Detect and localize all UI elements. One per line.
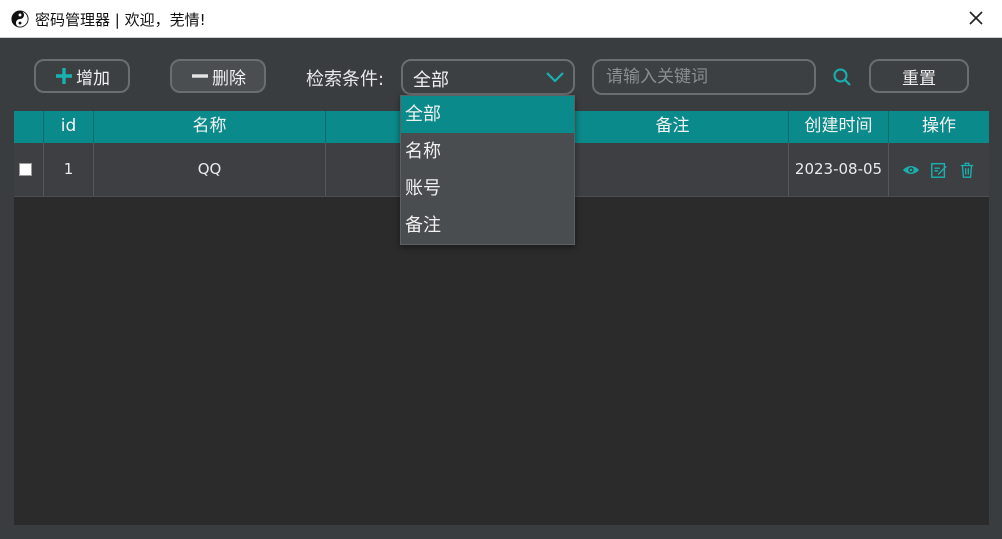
cell-created: 2023-08-05 [789, 143, 889, 196]
header-select [14, 111, 44, 143]
header-name: 名称 [94, 111, 326, 143]
search-criteria-label: 检索条件: [306, 69, 385, 90]
add-button-label: 增加 [76, 68, 110, 89]
trash-icon[interactable] [958, 161, 976, 179]
minus-icon [192, 74, 208, 78]
search-input[interactable] [592, 59, 816, 95]
title-bar: 密码管理器 | 欢迎，芜情! [0, 0, 1002, 38]
reset-button-label: 重置 [902, 68, 936, 89]
delete-button[interactable]: 删除 [170, 59, 266, 93]
delete-button-label: 删除 [212, 68, 246, 89]
search-criteria-select[interactable]: 全部 [401, 59, 575, 95]
yin-yang-icon [11, 10, 29, 28]
window-title: 密码管理器 | 欢迎，芜情! [35, 11, 206, 29]
cell-id: 1 [44, 143, 94, 196]
header-id: id [44, 111, 94, 143]
plus-icon [56, 68, 72, 84]
dropdown-option-name[interactable]: 名称 [401, 133, 574, 170]
reset-button[interactable]: 重置 [869, 59, 969, 93]
header-actions: 操作 [922, 116, 956, 136]
row-checkbox[interactable] [19, 163, 32, 176]
dropdown-option-all[interactable]: 全部 [401, 96, 574, 133]
search-criteria-value: 全部 [413, 70, 449, 91]
row-select-cell [14, 143, 44, 196]
add-button[interactable]: 增加 [34, 59, 130, 93]
dropdown-option-note[interactable]: 备注 [401, 207, 574, 244]
search-criteria-dropdown: 全部 名称 账号 备注 [400, 95, 575, 245]
view-eye-icon[interactable] [902, 161, 920, 179]
header-note: 备注 [557, 111, 789, 143]
dropdown-option-account[interactable]: 账号 [401, 170, 574, 207]
cell-note [557, 143, 789, 196]
search-icon[interactable] [832, 67, 852, 87]
edit-icon[interactable] [930, 161, 948, 179]
chevron-down-icon [546, 72, 564, 83]
header-created: 创建时间 [789, 111, 889, 143]
close-icon[interactable] [964, 6, 988, 30]
cell-name: QQ [94, 143, 326, 196]
cell-actions [889, 143, 989, 196]
